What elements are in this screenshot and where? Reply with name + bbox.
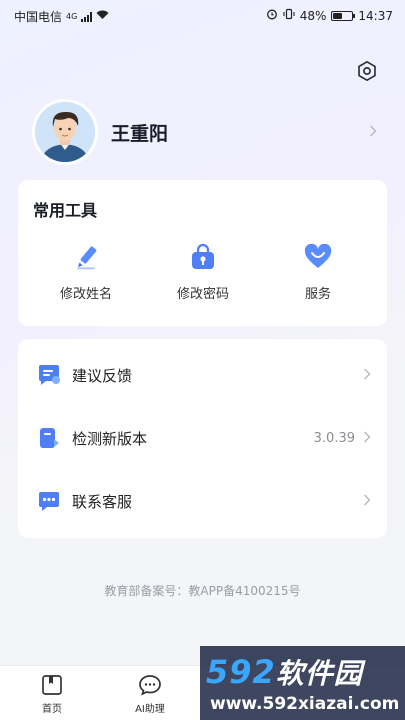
site-watermark: 592软件园 www.592xiazai.com [200,646,405,720]
tab-home[interactable]: 首页 [7,673,97,715]
chat-icon [36,488,62,514]
chevron-right-icon [363,366,371,384]
vibrate-icon [283,8,295,23]
tool-service[interactable]: 服务 [263,242,373,302]
menu-label: 检测新版本 [72,429,148,448]
chevron-right-icon [363,429,371,447]
chevron-right-icon [363,492,371,510]
watermark-brand: 592软件园 [206,652,363,692]
pencil-icon [71,242,101,272]
menu-item-customer-service[interactable]: 联系客服 [18,471,387,531]
tool-label: 服务 [304,287,331,302]
menu-label: 联系客服 [72,492,133,511]
profile-name: 王重阳 [111,122,169,145]
avatar-illustration [35,102,95,162]
tools-title: 常用工具 [33,201,98,220]
menu-label: 建议反馈 [72,366,133,385]
menu-item-feedback[interactable]: 建议反馈 [18,345,387,405]
watermark-url: www.592xiazai.com [210,694,400,714]
gear-icon [358,61,376,81]
version-icon [36,425,62,451]
settings-button[interactable] [354,58,380,84]
battery-percent: 48% [299,8,327,23]
tool-edit-name[interactable]: 修改姓名 [31,242,141,302]
watermark-brand-cn: 软件园 [275,657,363,690]
network-type: 4G [66,12,78,21]
heart-icon [303,242,333,272]
home-icon [40,673,64,697]
tool-label: 修改密码 [176,287,229,302]
tab-label: AI助理 [135,704,165,715]
chat-bubble-icon [138,673,162,697]
tab-label: 首页 [42,704,62,715]
menu-item-check-version[interactable]: 检测新版本 3.0.39 [18,408,387,468]
status-bar: 中国电信 4G 48% 14:37 [0,0,405,30]
signal-icon [81,11,93,22]
wifi-icon [96,10,109,23]
battery-icon [331,10,356,21]
profile-row[interactable]: 王重阳 [32,99,377,165]
version-number: 3.0.39 [313,430,355,446]
status-right: 48% 14:37 [266,8,393,23]
menu-card: 建议反馈 检测新版本 3.0.39 联系客服 [18,339,387,538]
tool-label: 修改姓名 [59,287,112,302]
tab-ai-assistant[interactable]: AI助理 [105,673,195,715]
tool-change-password[interactable]: 修改密码 [148,242,258,302]
clock: 14:37 [358,8,393,23]
watermark-brand-num: 592 [206,653,276,691]
carrier-name: 中国电信 [14,10,63,24]
icp-record: 教育部备案号：教APP备4100215号 [104,584,301,598]
alarm-icon [266,8,278,23]
lock-icon [188,242,218,272]
tools-card: 常用工具 修改姓名 修改密码 服务 [18,180,387,326]
feedback-icon [36,362,62,388]
carrier-group: 中国电信 4G [14,8,109,25]
chevron-right-icon [369,123,377,141]
avatar[interactable] [32,99,98,165]
